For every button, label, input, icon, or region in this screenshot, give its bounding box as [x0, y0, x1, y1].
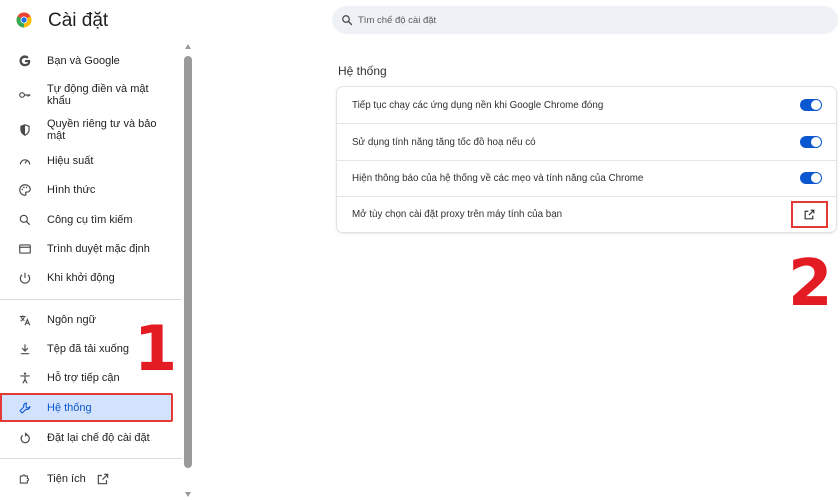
chrome-logo-icon — [16, 12, 32, 28]
sidebar-item-default-browser[interactable]: Trình duyệt mặc định — [0, 240, 182, 258]
annotation-step-1: 1 — [134, 312, 178, 385]
sidebar-item-label: Công cụ tìm kiếm — [47, 214, 133, 226]
sidebar-item-label: Quyền riêng tư và bảo mật — [47, 118, 157, 142]
sidebar-item-reset-settings[interactable]: Đặt lại chế độ cài đặt — [0, 429, 182, 447]
search-input[interactable] — [358, 14, 758, 26]
power-icon — [18, 271, 32, 285]
sidebar: Bạn và Google Tự động điền và mật khẩu Q… — [0, 42, 182, 500]
scrollbar-thumb[interactable] — [184, 56, 192, 468]
setting-label: Hiện thông báo của hệ thống về các mẹo v… — [352, 172, 644, 184]
system-settings-card: Tiếp tục chạy các ứng dụng nền khi Googl… — [337, 87, 836, 232]
sidebar-item-appearance[interactable]: Hình thức — [0, 181, 182, 199]
system-notifications-toggle[interactable] — [800, 172, 822, 184]
search-icon — [18, 213, 32, 227]
sidebar-item-performance[interactable]: Hiệu suất — [0, 152, 182, 170]
setting-row-proxy[interactable]: Mở tùy chọn cài đặt proxy trên máy tính … — [337, 196, 836, 232]
section-title: Hệ thống — [338, 64, 387, 78]
setting-row-system-notifications: Hiện thông báo của hệ thống về các mẹo v… — [337, 160, 836, 196]
speedometer-icon — [18, 154, 32, 168]
page-title: Cài đặt — [48, 10, 109, 31]
sidebar-item-label: Bạn và Google — [47, 55, 120, 67]
shield-icon — [18, 123, 32, 137]
annotation-step-2: 2 — [788, 247, 833, 321]
download-icon — [18, 342, 32, 356]
sidebar-item-label: Hệ thống — [47, 401, 92, 414]
open-external-icon — [96, 472, 110, 486]
sidebar-item-on-startup[interactable]: Khi khởi động — [0, 269, 182, 287]
background-apps-toggle[interactable] — [800, 99, 822, 111]
sidebar-item-label: Trình duyệt mặc định — [47, 243, 150, 255]
google-g-icon — [18, 54, 32, 68]
setting-row-hardware-acceleration: Sử dụng tính năng tăng tốc đồ hoạ nếu có — [337, 124, 836, 160]
search-bar[interactable] — [332, 6, 838, 34]
browser-icon — [18, 242, 32, 256]
sidebar-item-label: Tự động điền và mật khẩu — [47, 83, 149, 107]
sidebar-item-privacy[interactable]: Quyền riêng tư và bảo mật — [0, 117, 182, 143]
sidebar-divider — [0, 458, 182, 459]
wrench-icon — [18, 401, 32, 415]
sidebar-item-system[interactable]: Hệ thống — [0, 393, 173, 422]
sidebar-item-you-and-google[interactable]: Bạn và Google — [0, 52, 182, 70]
open-proxy-settings-button[interactable] — [791, 200, 828, 228]
setting-label: Sử dụng tính năng tăng tốc đồ hoạ nếu có — [352, 136, 536, 148]
scroll-down-arrow-icon[interactable] — [185, 492, 191, 497]
sidebar-item-label: Tiện ích — [47, 473, 86, 485]
sidebar-scrollbar[interactable] — [184, 42, 193, 498]
sidebar-item-autofill[interactable]: Tự động điền và mật khẩu — [0, 82, 182, 108]
search-icon — [342, 15, 353, 26]
sidebar-item-extensions[interactable]: Tiện ích — [0, 470, 182, 488]
setting-label: Mở tùy chọn cài đặt proxy trên máy tính … — [352, 208, 563, 220]
palette-icon — [18, 183, 32, 197]
scroll-up-arrow-icon[interactable] — [185, 44, 191, 49]
open-external-icon — [804, 209, 815, 219]
sidebar-item-search-engine[interactable]: Công cụ tìm kiếm — [0, 211, 182, 229]
sidebar-divider — [0, 299, 182, 300]
translate-icon — [18, 313, 32, 327]
hardware-acceleration-toggle[interactable] — [800, 136, 822, 148]
reset-icon — [18, 431, 32, 445]
setting-label: Tiếp tục chạy các ứng dụng nền khi Googl… — [352, 99, 604, 111]
sidebar-item-label: Hiệu suất — [47, 155, 94, 167]
sidebar-item-label: Đặt lại chế độ cài đặt — [47, 432, 150, 444]
key-icon — [18, 88, 32, 102]
setting-row-background-apps: Tiếp tục chạy các ứng dụng nền khi Googl… — [337, 87, 836, 123]
settings-window: Cài đặt Bạn và Google Tự động điền và mậ… — [0, 0, 840, 500]
sidebar-item-label: Hình thức — [47, 184, 96, 196]
sidebar-item-label: Khi khởi động — [47, 272, 115, 284]
accessibility-icon — [18, 371, 32, 385]
puzzle-icon — [18, 472, 32, 486]
